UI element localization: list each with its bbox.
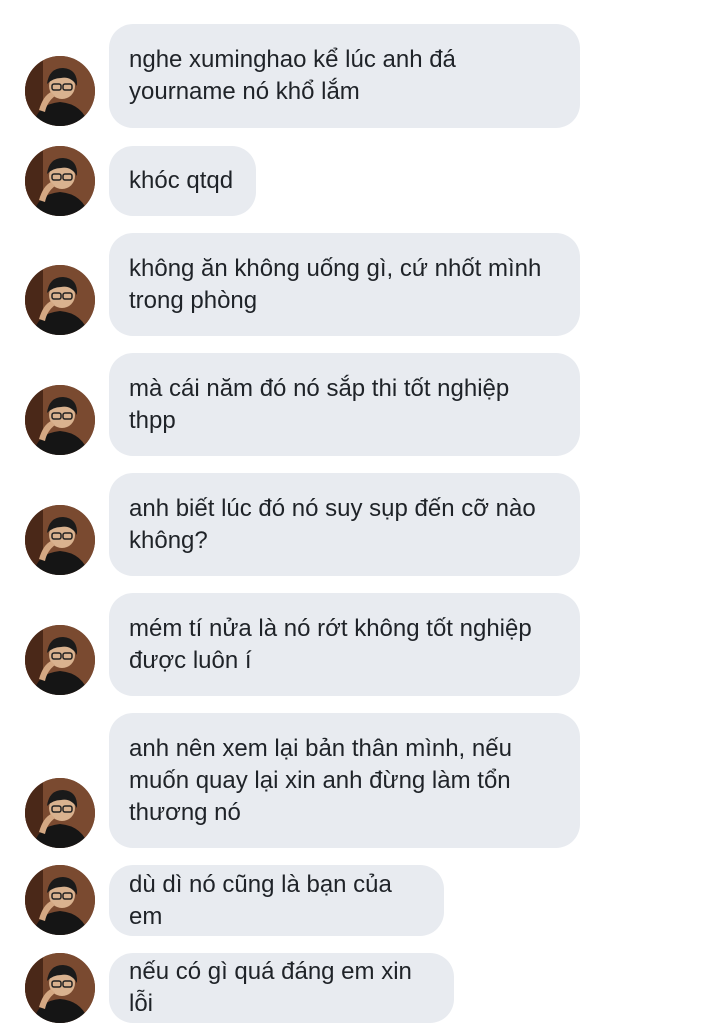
avatar-photo-icon bbox=[25, 865, 95, 935]
sender-avatar[interactable] bbox=[25, 865, 95, 935]
message-text: mém tí nửa là nó rớt không tốt nghiệp đư… bbox=[129, 614, 532, 674]
sender-avatar[interactable] bbox=[25, 625, 95, 695]
message-bubble[interactable]: nếu có gì quá đáng em xin lỗi bbox=[109, 953, 454, 1023]
sender-avatar[interactable] bbox=[25, 505, 95, 575]
avatar-photo-icon bbox=[25, 953, 95, 1023]
message-text: mà cái năm đó nó sắp thi tốt nghiệp thpp bbox=[129, 374, 510, 434]
sender-avatar[interactable] bbox=[25, 56, 95, 126]
sender-avatar[interactable] bbox=[25, 953, 95, 1023]
avatar-photo-icon bbox=[25, 146, 95, 216]
avatar-photo-icon bbox=[25, 56, 95, 126]
message-bubble[interactable]: không ăn không uống gì, cứ nhốt mình tro… bbox=[109, 233, 580, 336]
sender-avatar[interactable] bbox=[25, 146, 95, 216]
avatar-photo-icon bbox=[25, 265, 95, 335]
sender-avatar[interactable] bbox=[25, 385, 95, 455]
message-text: nếu có gì quá đáng em xin lỗi bbox=[129, 958, 412, 1017]
avatar-photo-icon bbox=[25, 625, 95, 695]
message-bubble[interactable]: nghe xuminghao kể lúc anh đá yourname nó… bbox=[109, 24, 580, 128]
message-bubble[interactable]: khóc qtqd bbox=[109, 146, 256, 216]
message-bubble[interactable]: anh nên xem lại bản thân mình, nếu muốn … bbox=[109, 713, 580, 848]
message-bubble[interactable]: mém tí nửa là nó rớt không tốt nghiệp đư… bbox=[109, 593, 580, 696]
message-text: nghe xuminghao kể lúc anh đá yourname nó… bbox=[129, 46, 456, 105]
message-bubble[interactable]: anh biết lúc đó nó suy sụp đến cỡ nào kh… bbox=[109, 473, 580, 576]
avatar-photo-icon bbox=[25, 778, 95, 848]
sender-avatar[interactable] bbox=[25, 265, 95, 335]
message-text: anh biết lúc đó nó suy sụp đến cỡ nào kh… bbox=[129, 494, 536, 554]
avatar-photo-icon bbox=[25, 385, 95, 455]
message-bubble[interactable]: mà cái năm đó nó sắp thi tốt nghiệp thpp bbox=[109, 353, 580, 456]
message-text: không ăn không uống gì, cứ nhốt mình tro… bbox=[129, 254, 542, 314]
message-text: dù dì nó cũng là bạn của em bbox=[129, 870, 392, 930]
avatar-photo-icon bbox=[25, 505, 95, 575]
message-bubble[interactable]: dù dì nó cũng là bạn của em bbox=[109, 865, 444, 936]
message-text: anh nên xem lại bản thân mình, nếu muốn … bbox=[129, 734, 512, 826]
sender-avatar[interactable] bbox=[25, 778, 95, 848]
message-text: khóc qtqd bbox=[129, 167, 234, 194]
